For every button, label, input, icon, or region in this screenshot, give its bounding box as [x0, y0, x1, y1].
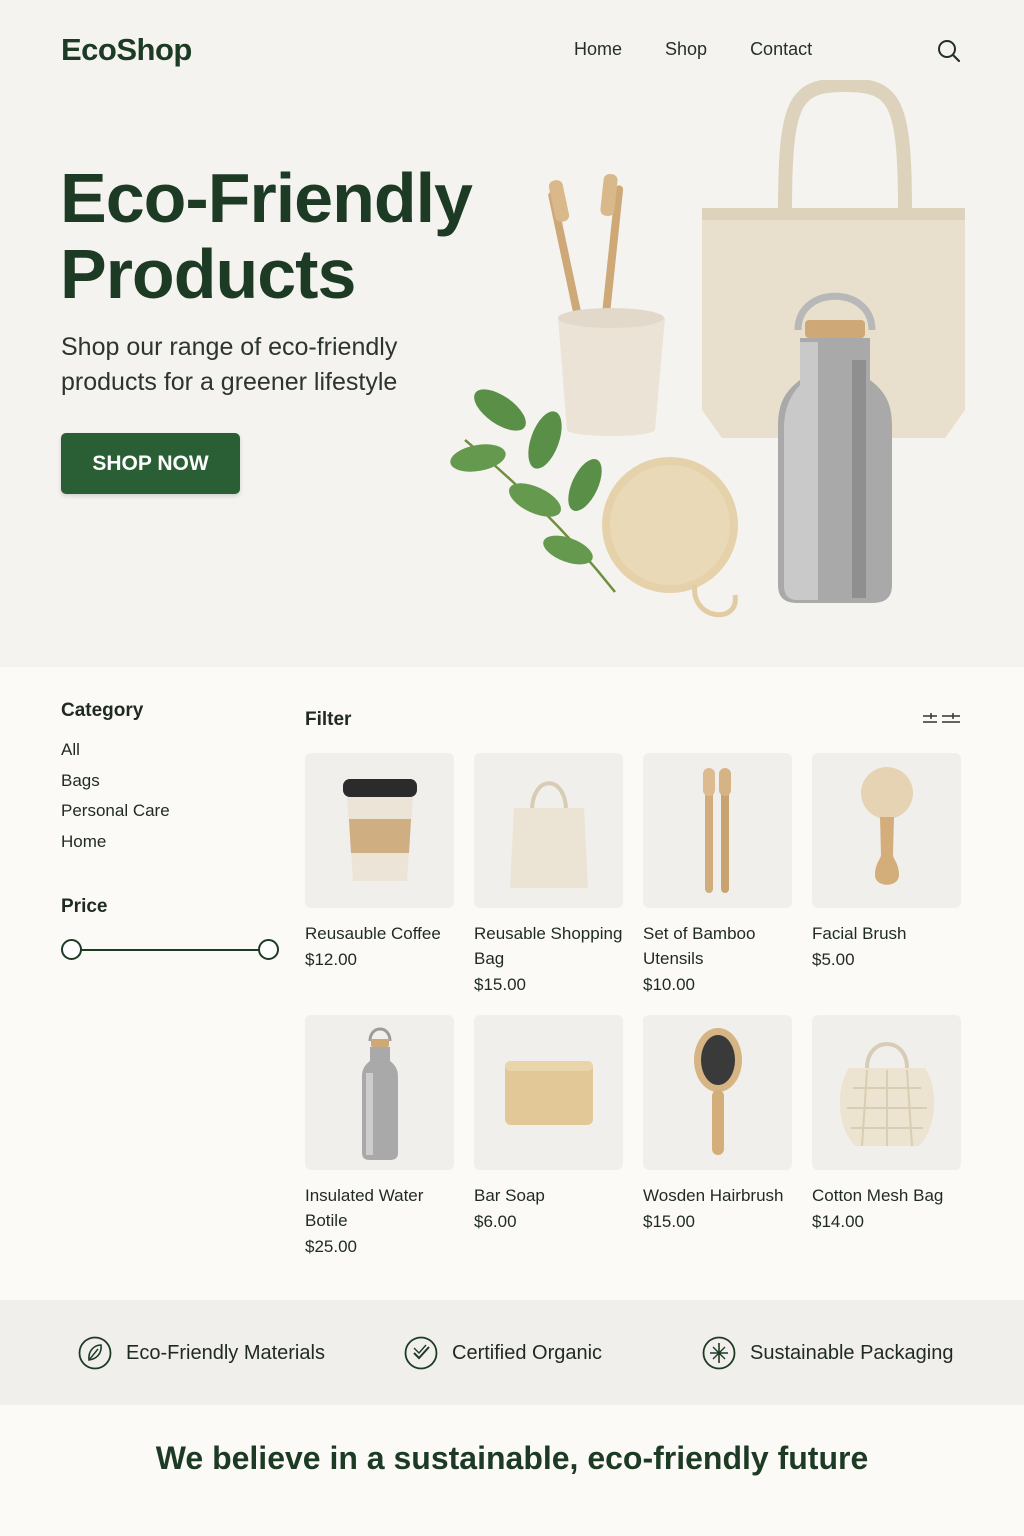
- category-home[interactable]: Home: [61, 832, 291, 863]
- category-list: All Bags Personal Care Home: [61, 740, 291, 862]
- product-price: $25.00: [305, 1237, 357, 1256]
- feature-label: Certified Organic: [452, 1341, 603, 1364]
- product-price: $5.00: [812, 950, 855, 969]
- category-all[interactable]: All: [61, 740, 291, 771]
- product-card[interactable]: Bar Soap $6.00: [474, 1015, 623, 1277]
- feature-certified-organic: Certified Organic: [404, 1336, 602, 1370]
- product-card[interactable]: Set of Bamboo Utensils $10.00: [643, 753, 792, 1015]
- slider-handle-min[interactable]: [61, 939, 82, 960]
- slider-track[interactable]: [71, 949, 271, 951]
- tote-bag-icon: [509, 780, 588, 888]
- product-price: $12.00: [305, 950, 357, 969]
- features-strip: Eco-Friendly Materials Certified Organic…: [0, 1300, 1024, 1405]
- logo[interactable]: EcoShop: [61, 32, 192, 68]
- price-heading: Price: [61, 896, 108, 917]
- bamboo-utensils-image[interactable]: [643, 753, 792, 908]
- soap-bar-image[interactable]: [474, 1015, 623, 1170]
- feature-label: Sustainable Packaging: [750, 1341, 954, 1364]
- feature-label: Eco-Friendly Materials: [126, 1341, 325, 1364]
- water-bottle-icon: [361, 1027, 398, 1160]
- product-name: Set of Bamboo Utensils: [643, 924, 756, 968]
- product-card[interactable]: Cotton Mesh Bag $14.00: [812, 1015, 961, 1277]
- shop-now-button[interactable]: SHOP NOW: [61, 433, 240, 494]
- product-name: Bar Soap: [474, 1186, 545, 1205]
- facial-brush-icon: [860, 767, 913, 885]
- feature-eco-materials: Eco-Friendly Materials: [78, 1336, 325, 1370]
- coffee-cup-image[interactable]: [305, 753, 454, 908]
- category-personal-care[interactable]: Personal Care: [61, 801, 291, 832]
- product-name: Reusable Shopping Bag: [474, 924, 623, 968]
- nav-shop[interactable]: Shop: [665, 39, 707, 60]
- main-nav: Home Shop Contact: [574, 39, 812, 60]
- nav-contact[interactable]: Contact: [750, 39, 812, 60]
- feature-sustainable-packaging: Sustainable Packaging: [702, 1336, 953, 1370]
- filter-label: Filter: [305, 709, 352, 730]
- coffee-cup-icon: [342, 778, 417, 881]
- product-name: Cotton Mesh Bag: [812, 1186, 944, 1205]
- product-price: $10.00: [643, 975, 695, 994]
- product-price: $6.00: [474, 1212, 517, 1231]
- product-name: Insulated Water Botile: [305, 1186, 424, 1230]
- search-icon[interactable]: [936, 38, 962, 64]
- tagline: We believe in a sustainable, eco-friendl…: [155, 1440, 869, 1476]
- slider-handle-max[interactable]: [258, 939, 279, 960]
- product-card[interactable]: Facial Brush $5.00: [812, 753, 961, 1015]
- category-bags[interactable]: Bags: [61, 771, 291, 802]
- hero-subtitle: Shop our range of eco-friendly products …: [61, 333, 398, 396]
- filter-sliders-icon[interactable]: [920, 710, 962, 728]
- water-bottle-image[interactable]: [305, 1015, 454, 1170]
- product-card[interactable]: Wosden Hairbrush $15.00: [643, 1015, 792, 1277]
- bamboo-utensils-icon: [702, 768, 731, 893]
- mesh-bag-icon: [839, 1041, 934, 1146]
- leaf-icon: [78, 1336, 112, 1370]
- product-price: $14.00: [812, 1212, 864, 1231]
- product-name: Wosden Hairbrush: [643, 1186, 784, 1205]
- product-price: $15.00: [643, 1212, 695, 1231]
- hairbrush-image[interactable]: [643, 1015, 792, 1170]
- tote-bag-image[interactable]: [474, 753, 623, 908]
- product-card[interactable]: Reusauble Coffee $12.00: [305, 753, 454, 1015]
- soap-bar-icon: [504, 1060, 593, 1125]
- product-grid: Reusauble Coffee $12.00 Reusable Shoppin…: [305, 753, 965, 1277]
- product-card[interactable]: Insulated Water Botile $25.00: [305, 1015, 454, 1277]
- filter-sidebar: Category All Bags Personal Care Home Pri…: [61, 700, 291, 960]
- hero-product-image: [450, 80, 965, 618]
- hairbrush-icon: [693, 1028, 742, 1155]
- category-heading: Category: [61, 700, 144, 721]
- product-card[interactable]: Reusable Shopping Bag $15.00: [474, 753, 623, 1015]
- recycle-icon: [702, 1336, 736, 1370]
- nav-home[interactable]: Home: [574, 39, 622, 60]
- product-name: Reusauble Coffee: [305, 924, 441, 943]
- facial-brush-image[interactable]: [812, 753, 961, 908]
- mesh-bag-image[interactable]: [812, 1015, 961, 1170]
- product-price: $15.00: [474, 975, 526, 994]
- check-icon: [404, 1336, 438, 1370]
- product-name: Facial Brush: [812, 924, 907, 943]
- price-range-slider[interactable]: [61, 938, 281, 962]
